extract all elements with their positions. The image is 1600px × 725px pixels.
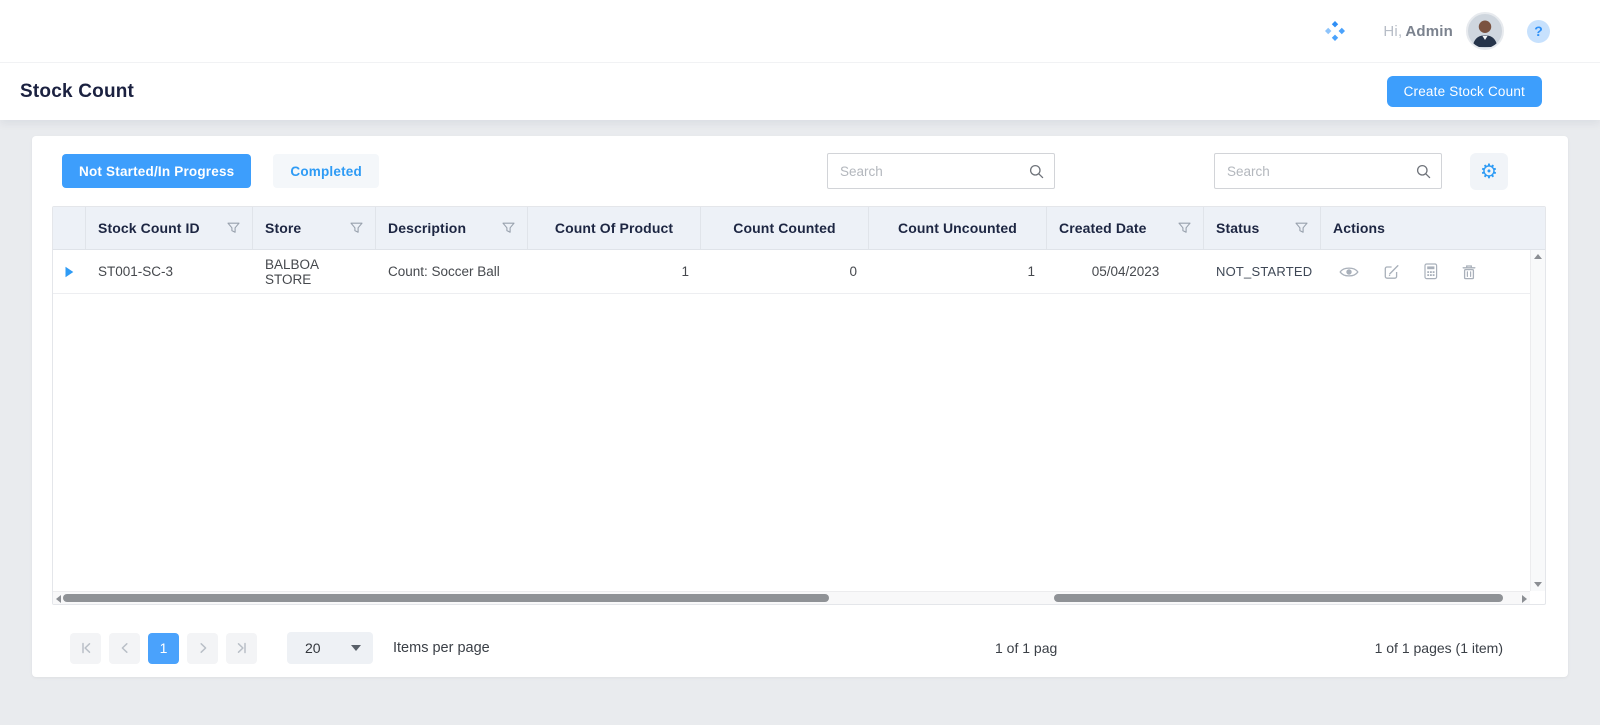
header-status: Status [1204,207,1321,249]
gear-icon[interactable]: ⚙ [1470,153,1508,190]
status-badge: NOT_STARTED [1216,264,1312,279]
search-box-primary [827,153,1055,189]
stock-count-card: Not Started/In Progress Completed ⚙ [32,136,1568,677]
pager-center-summary: 1 of 1 pag [995,628,1057,668]
table-row: ST001-SC-3 BALBOA STORE Count: Soccer Ba… [53,250,1530,294]
card-toolbar: Not Started/In Progress Completed ⚙ [62,153,1538,191]
expand-cell [53,266,86,278]
cell-count-uncounted: 1 [869,264,1047,279]
next-page-button[interactable] [187,633,218,664]
last-page-button[interactable] [226,633,257,664]
stock-count-grid: Stock Count ID Store Description Count O… [52,206,1546,605]
header-count-counted: Count Counted [701,207,869,249]
search-input-primary[interactable] [828,164,1029,179]
chevron-down-icon [351,645,361,651]
scroll-down-icon[interactable] [1534,582,1542,587]
view-icon[interactable] [1339,265,1359,279]
tab-completed[interactable]: Completed [273,154,379,188]
greeting-text: Hi,Admin [1383,23,1453,40]
first-page-button[interactable] [70,633,101,664]
cell-count-counted: 0 [701,264,869,279]
page-size-value: 20 [305,640,321,656]
header-count-of-product: Count Of Product [528,207,701,249]
search-input-secondary[interactable] [1215,164,1416,179]
filter-icon[interactable] [350,222,363,234]
page-header: Stock Count Create Stock Count [0,63,1600,120]
previous-page-button[interactable] [109,633,140,664]
stock-count-page: Hi,Admin ? Stock Count Create Stock Coun… [0,0,1600,725]
cell-stock-count-id: ST001-SC-3 [86,264,253,279]
header-expand [53,207,86,249]
top-bar: Hi,Admin ? [0,0,1600,63]
search-box-secondary [1214,153,1442,189]
avatar[interactable] [1466,12,1504,50]
search-icon [1416,164,1431,179]
avatar-image [1468,14,1502,48]
scroll-up-icon[interactable] [1534,254,1542,259]
filter-icon[interactable] [502,222,515,234]
header-store: Store [253,207,376,249]
scroll-left-icon[interactable] [56,595,61,603]
cell-store: BALBOA STORE [253,257,376,287]
search-icon [1029,164,1044,179]
cell-created-date: 05/04/2023 [1047,264,1204,279]
cell-status: NOT_STARTED [1204,264,1321,279]
scrollbar-thumb[interactable] [63,594,829,602]
filter-icon[interactable] [1295,222,1308,234]
vertical-scrollbar[interactable] [1530,250,1545,591]
filter-icon[interactable] [227,222,240,234]
edit-icon[interactable] [1383,263,1400,280]
calculator-icon[interactable] [1424,263,1438,280]
header-count-uncounted: Count Uncounted [869,207,1047,249]
tab-not-started-in-progress[interactable]: Not Started/In Progress [62,154,251,188]
page-title: Stock Count [20,81,134,103]
cell-count-of-product: 1 [528,264,701,279]
cell-description: Count: Soccer Ball [376,264,528,279]
grid-header-row: Stock Count ID Store Description Count O… [53,207,1545,250]
status-tabs: Not Started/In Progress Completed [62,154,379,188]
scroll-right-icon[interactable] [1522,595,1527,603]
header-description: Description [376,207,528,249]
items-per-page-label: Items per page [393,640,490,656]
create-stock-count-button[interactable]: Create Stock Count [1387,76,1542,107]
horizontal-scrollbar[interactable] [53,591,1530,604]
page-number-button[interactable]: 1 [148,633,179,664]
pages-summary: 1 of 1 pages (1 item) [1375,640,1503,656]
header-created-date: Created Date [1047,207,1204,249]
expand-row-icon[interactable] [65,266,74,278]
main-content: Not Started/In Progress Completed ⚙ [0,120,1600,725]
filter-icon[interactable] [1178,222,1191,234]
header-stock-count-id: Stock Count ID [86,207,253,249]
page-size-dropdown[interactable]: 20 [287,632,373,664]
pagination-bar: 1 20 Items per page 1 of 1 pages (1 item… [70,628,1503,668]
help-icon[interactable]: ? [1527,20,1550,43]
header-actions: Actions [1321,207,1545,249]
cell-actions [1321,263,1530,280]
apps-diamond-icon[interactable] [1323,19,1347,43]
delete-icon[interactable] [1462,264,1476,280]
scrollbar-thumb[interactable] [1054,594,1503,602]
